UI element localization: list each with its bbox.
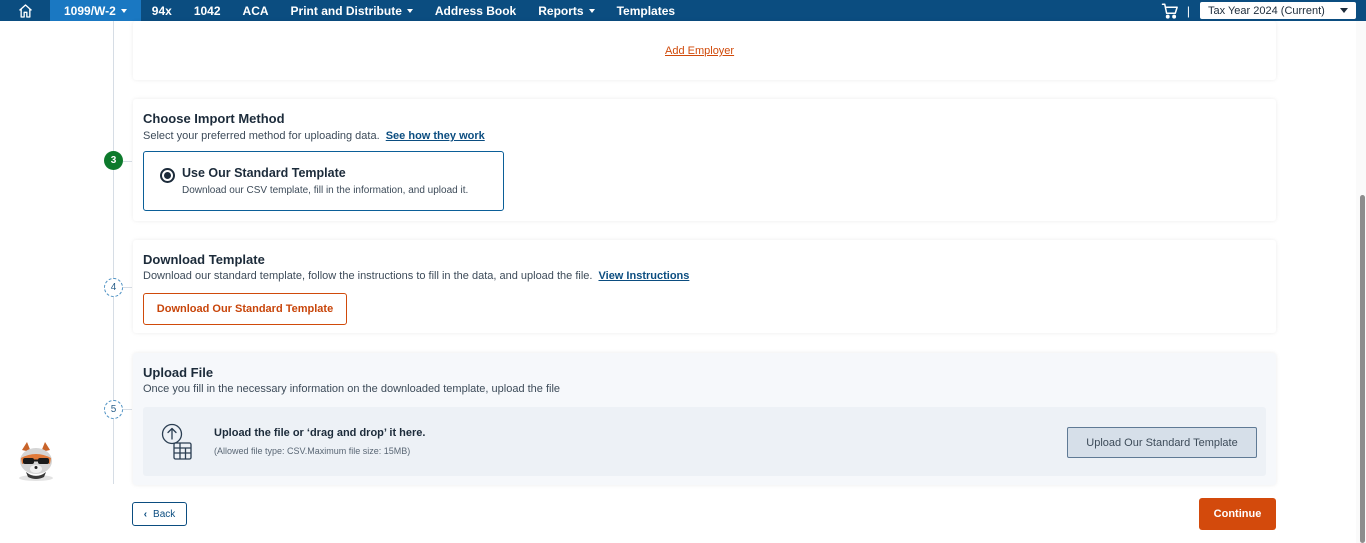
back-button-label: Back [153, 508, 176, 520]
upload-file-card: Upload File Once you fill in the necessa… [133, 353, 1276, 485]
nav-item-aca[interactable]: ACA [232, 0, 280, 21]
tax-year-select[interactable]: Tax Year 2024 (Current) [1200, 2, 1356, 19]
view-instructions-link[interactable]: View Instructions [599, 270, 690, 282]
assistant-mascot-icon[interactable] [14, 440, 58, 482]
continue-button[interactable]: Continue [1199, 498, 1276, 530]
stepper-connector [123, 409, 132, 410]
download-template-title: Download Template [143, 252, 265, 267]
import-method-card: Choose Import Method Select your preferr… [133, 99, 1276, 221]
nav-label-print-distribute: Print and Distribute [290, 3, 402, 18]
radio-dot [164, 172, 171, 179]
nav-separator: | [1186, 3, 1190, 18]
download-template-subtitle: Download our standard template, follow t… [143, 270, 689, 282]
stepper-connector [123, 161, 132, 162]
employer-card: Add Employer [133, 21, 1276, 80]
see-how-they-work-link[interactable]: See how they work [386, 130, 485, 142]
upload-file-subtitle: Once you fill in the necessary informati… [143, 383, 561, 395]
drop-zone-file-hint: (Allowed file type: CSV.Maximum file siz… [214, 446, 411, 456]
nav-item-1099-w2[interactable]: 1099/W-2 [50, 0, 141, 21]
add-employer-link[interactable]: Add Employer [665, 45, 734, 57]
top-nav: 1099/W-2 94x 1042 ACA Print and Distribu… [0, 0, 1366, 21]
scrollbar-thumb[interactable] [1360, 195, 1365, 543]
download-template-button[interactable]: Download Our Standard Template [143, 293, 347, 325]
nav-item-address-book[interactable]: Address Book [424, 0, 527, 21]
nav-label-1042: 1042 [193, 3, 221, 18]
import-method-title: Choose Import Method [143, 111, 285, 126]
tax-year-value: Tax Year 2024 (Current) [1208, 4, 1325, 17]
home-icon [18, 3, 32, 18]
chevron-down-icon [120, 9, 127, 13]
nav-label-aca: ACA [242, 3, 269, 18]
file-upload-icon [161, 423, 192, 460]
nav-item-94x[interactable]: 94x [141, 0, 183, 21]
nav-label-address-book: Address Book [434, 3, 517, 18]
nav-label-1099-w2: 1099/W-2 [64, 3, 116, 18]
back-button[interactable]: ‹ Back [132, 502, 187, 526]
chevron-down-icon [406, 9, 413, 13]
file-drop-zone[interactable]: Upload the file or ‘drag and drop’ it he… [143, 407, 1266, 476]
download-template-card: Download Template Download our standard … [133, 240, 1276, 333]
stepper-connector [123, 287, 132, 288]
import-method-subtitle-text: Select your preferred method for uploadi… [143, 130, 380, 142]
standard-template-option-desc: Download our CSV template, fill in the i… [182, 185, 469, 196]
upload-template-button[interactable]: Upload Our Standard Template [1067, 427, 1257, 458]
standard-template-radio[interactable] [160, 168, 175, 183]
step-badge-5: 5 [104, 400, 123, 419]
nav-label-reports: Reports [538, 3, 584, 18]
cart-icon[interactable] [1161, 2, 1179, 20]
nav-label-templates: Templates [616, 3, 676, 18]
step-badge-3: 3 [104, 151, 123, 170]
nav-label-94x: 94x [151, 3, 172, 18]
standard-template-option[interactable]: Use Our Standard Template Download our C… [143, 151, 504, 211]
home-button[interactable] [0, 0, 50, 21]
upload-file-title: Upload File [143, 365, 214, 380]
nav-right: | Tax Year 2024 (Current) [1161, 0, 1356, 21]
chevron-down-icon [588, 9, 595, 13]
import-method-subtitle: Select your preferred method for uploadi… [143, 130, 485, 142]
chevron-down-icon [1340, 8, 1348, 13]
nav-item-templates[interactable]: Templates [606, 0, 686, 21]
drop-zone-instruction: Upload the file or ‘drag and drop’ it he… [214, 427, 426, 439]
standard-template-option-title: Use Our Standard Template [182, 166, 346, 180]
nav-item-1042[interactable]: 1042 [183, 0, 232, 21]
nav-item-reports[interactable]: Reports [527, 0, 605, 21]
nav-item-print-distribute[interactable]: Print and Distribute [280, 0, 424, 21]
step-badge-4: 4 [104, 278, 123, 297]
chevron-left-icon: ‹ [143, 508, 148, 520]
download-template-subtitle-text: Download our standard template, follow t… [143, 270, 593, 282]
